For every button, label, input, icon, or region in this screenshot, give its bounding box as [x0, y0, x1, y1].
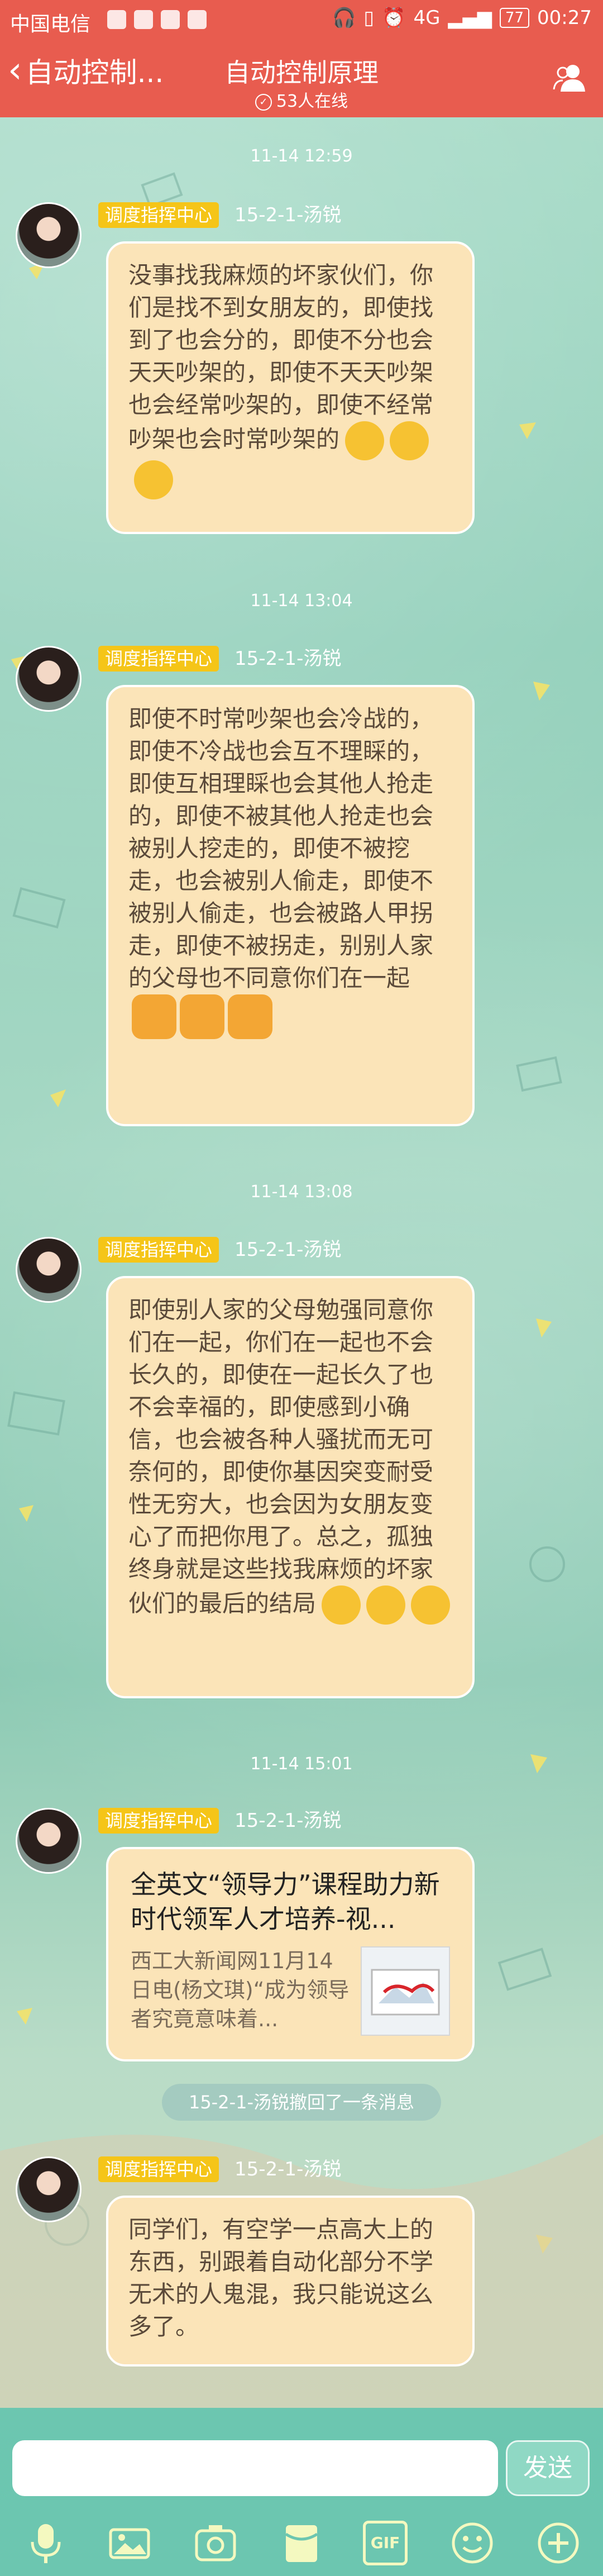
network-type: 4G — [413, 7, 441, 29]
sender-name: 15-2-1-汤锐 — [234, 647, 342, 670]
link-title: 全英文“领导力”课程助力新时代领军人才培养-视... — [131, 1869, 440, 1934]
red-packet-icon[interactable] — [279, 2521, 324, 2565]
group-members-icon[interactable] — [552, 61, 587, 93]
microphone-icon[interactable] — [23, 2521, 68, 2565]
message-bubble[interactable]: 没事找我麻烦的坏家伙们，你们是找不到女朋友的，即使找到了也会分的，即使不分也会天… — [106, 241, 475, 534]
message-input[interactable] — [12, 2440, 498, 2496]
avatar[interactable] — [16, 2156, 82, 2222]
avatar[interactable] — [16, 646, 82, 712]
app-notification-icon — [161, 10, 180, 29]
link-description: 西工大新闻网11月14日电(杨文琪)“成为领导者究竟意味着... — [131, 1949, 350, 2031]
clock: 00:27 — [537, 7, 592, 29]
app-notification-icon — [188, 10, 207, 29]
image-gallery-icon[interactable] — [107, 2521, 152, 2565]
message-timestamp: 11-14 13:08 — [250, 1182, 353, 1202]
signal-icon: ▂▄▆ — [448, 7, 492, 29]
online-count: ✓ 53人在线 — [0, 87, 603, 112]
send-button[interactable]: 发送 — [506, 2440, 590, 2496]
role-badge: 调度指挥中心 — [98, 646, 219, 672]
hammer-cry-emoji-icon — [228, 994, 272, 1039]
plus-icon[interactable] — [536, 2521, 581, 2565]
gif-icon[interactable]: GIF — [363, 2521, 408, 2565]
status-right: 🎧 ▯ ⏰ 4G ▂▄▆ 77 00:27 — [332, 7, 592, 29]
status-bar: 中国电信 🎧 ▯ ⏰ 4G ▂▄▆ 77 00:27 — [0, 0, 603, 42]
hammer-cry-emoji-icon — [132, 994, 176, 1039]
message-text: 没事找我麻烦的坏家伙们，你们是找不到女朋友的，即使找到了也会分的，即使不分也会天… — [128, 261, 434, 453]
sender-name: 15-2-1-汤锐 — [234, 2158, 342, 2180]
carrier-name: 中国电信 — [10, 13, 91, 36]
message-timestamp: 11-14 12:59 — [250, 146, 353, 166]
message-bubble[interactable]: 即使不时常吵架也会冷战的，即使不冷战也会互不理睬的，即使互相理睬也会其他人抢走的… — [106, 685, 475, 1126]
sleepy-emoji-icon — [411, 1585, 451, 1625]
message-text: 即使别人家的父母勉强同意你们在一起，你们在一起也不会长久的，即使在一起长久了也不… — [128, 1296, 434, 1617]
online-count-text: 53人在线 — [276, 92, 348, 111]
vibrate-icon: ▯ — [363, 7, 375, 29]
role-badge: 调度指挥中心 — [98, 2156, 219, 2182]
message-bubble[interactable]: 同学们，有空学一点高大上的东西，别跟着自动化部分不学无术的人鬼混，我只能说这么多… — [106, 2196, 475, 2367]
link-thumbnail-image — [361, 1946, 450, 2036]
sender-name: 15-2-1-汤锐 — [234, 204, 342, 226]
input-bar: 发送 GIF — [0, 2408, 603, 2576]
sleepy-emoji-icon — [366, 1585, 406, 1625]
notification-icons — [107, 10, 207, 29]
message-bubble[interactable]: 即使别人家的父母勉强同意你们在一起，你们在一起也不会长久的，即使在一起长久了也不… — [106, 1276, 475, 1698]
sender-name: 15-2-1-汤锐 — [234, 1239, 342, 1261]
message-text: 即使不时常吵架也会冷战的，即使不冷战也会互不理睬的，即使互相理睬也会其他人抢走的… — [128, 705, 434, 992]
link-card[interactable]: 全英文“领导力”课程助力新时代领军人才培养-视... 西工大新闻网11月14日电… — [106, 1847, 475, 2061]
check-circle-icon: ✓ — [255, 93, 272, 111]
chat-header: ‹ 自动控制... 自动控制原理 ✓ 53人在线 — [0, 42, 603, 117]
battery-level: 77 — [499, 8, 530, 28]
sleepy-emoji-icon — [345, 421, 385, 460]
message-text: 同学们，有空学一点高大上的东西，别跟着自动化部分不学无术的人鬼混，我只能说这么多… — [128, 2216, 434, 2340]
sleepy-emoji-icon — [390, 421, 429, 460]
app-notification-icon — [134, 10, 153, 29]
sender-name: 15-2-1-汤锐 — [234, 1810, 342, 1832]
camera-icon[interactable] — [193, 2521, 238, 2565]
role-badge: 调度指挥中心 — [98, 1237, 219, 1263]
hammer-cry-emoji-icon — [180, 994, 224, 1039]
message-timestamp: 11-14 15:01 — [250, 1754, 353, 1774]
alarm-icon: ⏰ — [382, 7, 406, 29]
emoji-icon[interactable] — [450, 2521, 495, 2565]
headphone-icon: 🎧 — [332, 7, 356, 29]
avatar[interactable] — [16, 202, 82, 268]
app-notification-icon — [107, 10, 126, 29]
sleepy-emoji-icon — [134, 460, 173, 499]
role-badge: 调度指挥中心 — [98, 202, 219, 228]
message-timestamp: 11-14 13:04 — [250, 591, 353, 611]
recall-notice: 15-2-1-汤锐撤回了一条消息 — [162, 2084, 441, 2121]
avatar[interactable] — [16, 1237, 82, 1303]
role-badge: 调度指挥中心 — [98, 1808, 219, 1834]
sleepy-emoji-icon — [322, 1585, 361, 1625]
chat-title: 自动控制原理 — [224, 58, 379, 88]
avatar[interactable] — [16, 1808, 82, 1874]
input-toolbar: GIF — [0, 2514, 603, 2570]
